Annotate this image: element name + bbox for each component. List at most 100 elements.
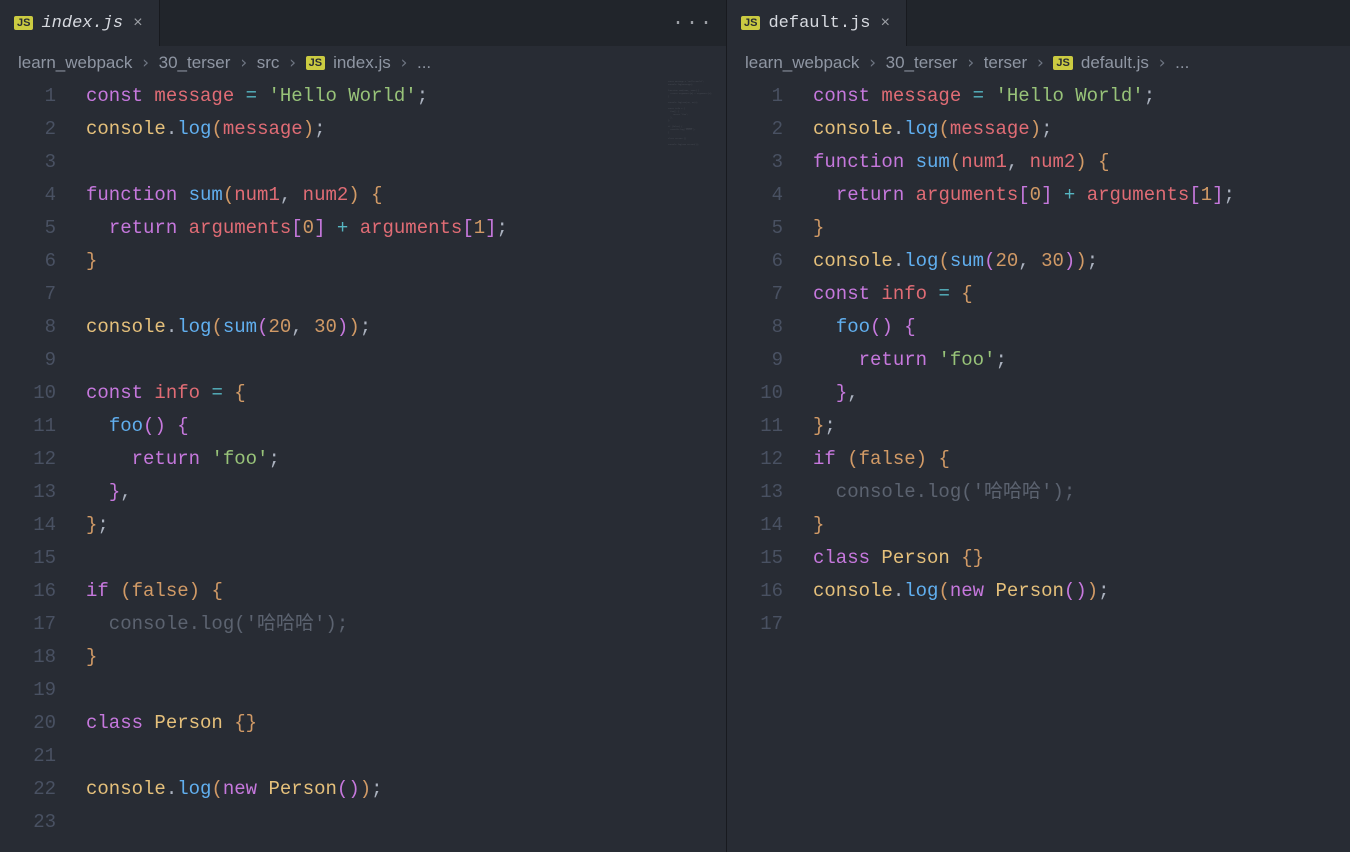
line-number[interactable]: 14 (727, 509, 783, 542)
line-number[interactable]: 18 (0, 641, 56, 674)
line-number[interactable]: 11 (0, 410, 56, 443)
line-number[interactable]: 23 (0, 806, 56, 839)
breadcrumb-segment[interactable]: ... (417, 53, 431, 73)
code-area[interactable]: const message = 'Hello World';console.lo… (86, 80, 726, 852)
code-line[interactable]: console.log('哈哈哈'); (813, 476, 1350, 509)
breadcrumb-segment[interactable]: index.js (333, 53, 391, 73)
code-line[interactable]: }, (86, 476, 726, 509)
line-number[interactable]: 11 (727, 410, 783, 443)
code-line[interactable]: console.log('哈哈哈'); (86, 608, 726, 641)
line-number[interactable]: 21 (0, 740, 56, 773)
breadcrumb-segment[interactable]: default.js (1081, 53, 1149, 73)
line-number[interactable]: 7 (0, 278, 56, 311)
breadcrumb-segment[interactable]: 30_terser (159, 53, 231, 73)
line-number[interactable]: 13 (727, 476, 783, 509)
code-line[interactable]: const info = { (86, 377, 726, 410)
line-number[interactable]: 20 (0, 707, 56, 740)
breadcrumb-segment[interactable]: learn_webpack (18, 53, 132, 73)
line-number[interactable]: 15 (727, 542, 783, 575)
line-number[interactable]: 9 (727, 344, 783, 377)
line-number[interactable]: 12 (0, 443, 56, 476)
code-line[interactable] (86, 806, 726, 839)
line-number[interactable]: 4 (0, 179, 56, 212)
code-line[interactable]: const info = { (813, 278, 1350, 311)
line-number[interactable]: 14 (0, 509, 56, 542)
minimap[interactable]: const message = 'Hello World'; console.l… (668, 80, 724, 280)
close-icon[interactable]: × (131, 14, 145, 32)
code-line[interactable]: class Person {} (86, 707, 726, 740)
line-number[interactable]: 9 (0, 344, 56, 377)
line-number[interactable]: 1 (0, 80, 56, 113)
code-line[interactable]: const message = 'Hello World'; (86, 80, 726, 113)
code-line[interactable]: } (813, 212, 1350, 245)
code-line[interactable] (86, 146, 726, 179)
code-line[interactable]: console.log(new Person()); (813, 575, 1350, 608)
line-number[interactable]: 17 (0, 608, 56, 641)
code-line[interactable]: console.log(message); (813, 113, 1350, 146)
line-number[interactable]: 6 (727, 245, 783, 278)
code-line[interactable]: } (813, 509, 1350, 542)
line-number[interactable]: 5 (0, 212, 56, 245)
tab-default-js[interactable]: JS default.js × (727, 0, 907, 46)
breadcrumb-segment[interactable]: 30_terser (886, 53, 958, 73)
code-line[interactable] (813, 608, 1350, 641)
code-line[interactable]: function sum(num1, num2) { (86, 179, 726, 212)
code-line[interactable] (86, 740, 726, 773)
line-number[interactable]: 3 (0, 146, 56, 179)
line-number[interactable]: 6 (0, 245, 56, 278)
code-line[interactable]: console.log(sum(20, 30)); (86, 311, 726, 344)
line-number[interactable]: 12 (727, 443, 783, 476)
line-number[interactable]: 4 (727, 179, 783, 212)
code-line[interactable] (86, 674, 726, 707)
code-line[interactable]: return 'foo'; (813, 344, 1350, 377)
code-line[interactable] (86, 542, 726, 575)
line-number[interactable]: 8 (727, 311, 783, 344)
code-area[interactable]: const message = 'Hello World';console.lo… (813, 80, 1350, 852)
code-line[interactable]: console.log(new Person()); (86, 773, 726, 806)
code-line[interactable] (86, 344, 726, 377)
line-number[interactable]: 2 (727, 113, 783, 146)
code-line[interactable]: if (false) { (86, 575, 726, 608)
code-line[interactable]: } (86, 245, 726, 278)
code-line[interactable]: const message = 'Hello World'; (813, 80, 1350, 113)
breadcrumb-segment[interactable]: learn_webpack (745, 53, 859, 73)
line-number[interactable]: 5 (727, 212, 783, 245)
line-number[interactable]: 8 (0, 311, 56, 344)
code-line[interactable]: return arguments[0] + arguments[1]; (86, 212, 726, 245)
code-line[interactable]: return 'foo'; (86, 443, 726, 476)
code-line[interactable]: if (false) { (813, 443, 1350, 476)
code-line[interactable]: console.log(sum(20, 30)); (813, 245, 1350, 278)
breadcrumb[interactable]: learn_webpack›30_terser›terser›JSdefault… (727, 46, 1350, 80)
code-line[interactable]: function sum(num1, num2) { (813, 146, 1350, 179)
line-number[interactable]: 1 (727, 80, 783, 113)
code-line[interactable]: console.log(message); (86, 113, 726, 146)
line-number[interactable]: 7 (727, 278, 783, 311)
line-number[interactable]: 16 (0, 575, 56, 608)
breadcrumb-segment[interactable]: src (257, 53, 280, 73)
code-line[interactable]: foo() { (813, 311, 1350, 344)
code-line[interactable]: } (86, 641, 726, 674)
tab-index-js[interactable]: JS index.js × (0, 0, 160, 46)
tab-overflow-icon[interactable]: ··· (672, 0, 714, 46)
breadcrumb[interactable]: learn_webpack›30_terser›src›JSindex.js›.… (0, 46, 726, 80)
code-editor-left[interactable]: 1234567891011121314151617181920212223 co… (0, 80, 726, 852)
line-number[interactable]: 16 (727, 575, 783, 608)
line-number[interactable]: 19 (0, 674, 56, 707)
code-line[interactable]: return arguments[0] + arguments[1]; (813, 179, 1350, 212)
code-line[interactable] (86, 278, 726, 311)
breadcrumb-segment[interactable]: ... (1175, 53, 1189, 73)
code-editor-right[interactable]: 1234567891011121314151617 const message … (727, 80, 1350, 852)
breadcrumb-segment[interactable]: terser (984, 53, 1027, 73)
line-number[interactable]: 3 (727, 146, 783, 179)
line-number[interactable]: 15 (0, 542, 56, 575)
code-line[interactable]: class Person {} (813, 542, 1350, 575)
code-line[interactable]: }; (813, 410, 1350, 443)
code-line[interactable]: }, (813, 377, 1350, 410)
line-number[interactable]: 2 (0, 113, 56, 146)
line-number[interactable]: 17 (727, 608, 783, 641)
code-line[interactable]: }; (86, 509, 726, 542)
line-number[interactable]: 13 (0, 476, 56, 509)
line-number[interactable]: 10 (727, 377, 783, 410)
line-number[interactable]: 10 (0, 377, 56, 410)
code-line[interactable]: foo() { (86, 410, 726, 443)
